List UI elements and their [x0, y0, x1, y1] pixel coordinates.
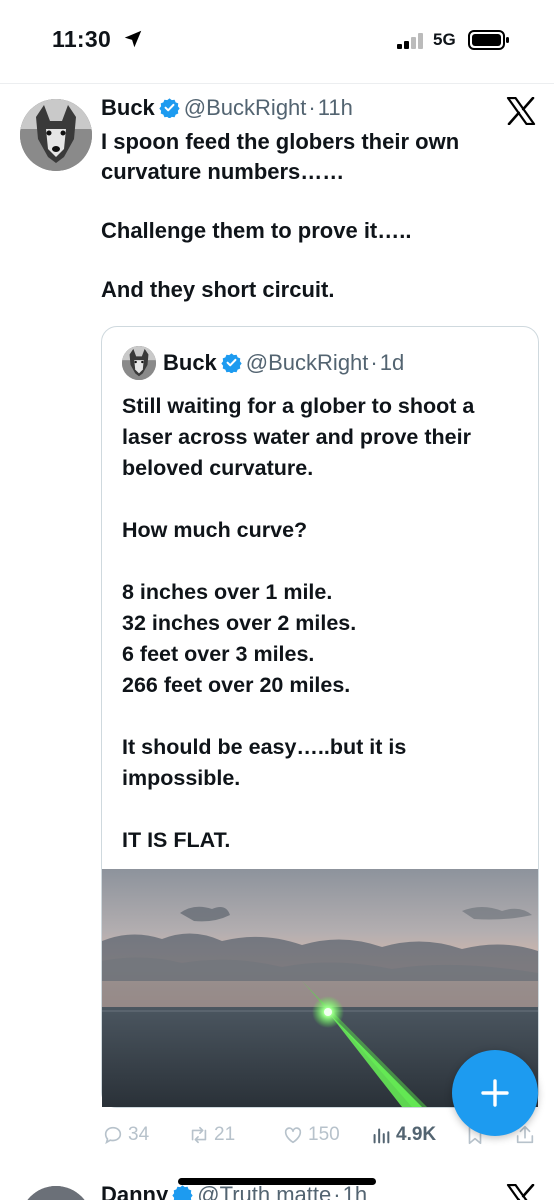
reply-count: 34	[128, 1124, 150, 1145]
next-tweet-avatar[interactable]	[20, 1186, 92, 1200]
x-logo-icon[interactable]	[506, 97, 536, 125]
separator: ·	[308, 95, 316, 120]
plus-icon	[481, 1079, 509, 1107]
home-indicator[interactable]	[178, 1178, 376, 1185]
tweet-line: Challenge them to prove it…..	[101, 217, 412, 243]
quoted-tweet-header: Buck @BuckRight·1d	[163, 350, 404, 376]
status-bar: 11:30 5G	[0, 0, 554, 84]
verified-badge-icon	[172, 1185, 193, 1200]
author-name[interactable]: Buck	[101, 95, 155, 120]
tweet-line: And they short circuit.	[101, 276, 335, 302]
tweet-line: I spoon feed the globers their own curva…	[101, 129, 460, 184]
views-button[interactable]: 4.9K	[370, 1124, 436, 1146]
quote-paragraph: IT IS FLAT.	[122, 828, 231, 852]
repost-button[interactable]: 21	[188, 1124, 235, 1146]
views-icon	[373, 1128, 390, 1144]
network-type: 5G	[433, 30, 456, 49]
avatar[interactable]	[20, 99, 92, 171]
divider	[0, 83, 554, 84]
next-author-name[interactable]: Danny	[101, 1182, 168, 1200]
x-logo-icon[interactable]	[506, 1184, 536, 1200]
like-count: 150	[308, 1124, 340, 1145]
author-handle[interactable]: @BuckRight	[184, 95, 307, 120]
signal-icon	[397, 33, 423, 49]
quoted-tweet-text: Still waiting for a glober to shoot a la…	[122, 391, 522, 887]
like-button[interactable]: 150	[282, 1124, 340, 1146]
quoted-tweet-time[interactable]: 1d	[380, 350, 404, 375]
repost-count: 21	[214, 1124, 236, 1145]
reply-icon	[104, 1126, 122, 1145]
reply-button[interactable]: 34	[102, 1124, 149, 1146]
quoted-author-name[interactable]: Buck	[163, 350, 217, 375]
verified-badge-icon	[159, 98, 180, 118]
status-time: 11:30	[52, 26, 112, 52]
like-icon	[284, 1127, 302, 1144]
separator: ·	[370, 350, 378, 375]
quote-paragraph: How much curve?	[122, 518, 308, 542]
tweet-time[interactable]: 11h	[318, 95, 353, 120]
compose-button[interactable]	[452, 1050, 538, 1136]
repost-icon	[191, 1126, 207, 1144]
quote-paragraph: It should be easy…..but it is impossible…	[122, 735, 407, 790]
quoted-author-handle[interactable]: @BuckRight	[246, 350, 369, 375]
battery-icon	[468, 30, 509, 50]
quoted-avatar[interactable]	[122, 346, 156, 380]
verified-badge-icon	[221, 353, 242, 373]
tweet-header: Buck @BuckRight·11h	[101, 95, 353, 121]
location-arrow-icon	[124, 30, 142, 48]
views-count: 4.9K	[396, 1124, 437, 1145]
tweet-text: I spoon feed the globers their own curva…	[101, 127, 531, 334]
quote-paragraph: 8 inches over 1 mile. 32 inches over 2 m…	[122, 580, 357, 697]
quote-paragraph: Still waiting for a glober to shoot a la…	[122, 394, 475, 480]
